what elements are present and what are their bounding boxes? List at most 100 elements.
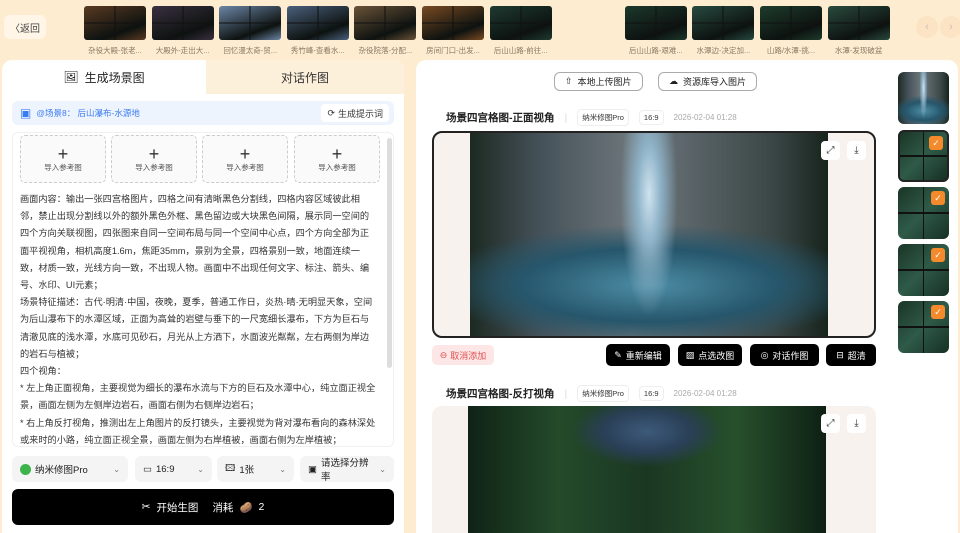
result-image-frame[interactable]: ⤢ ⤓ xyxy=(432,131,876,338)
scene-label: 后山山路-前往... xyxy=(493,46,548,55)
ratio-select[interactable]: ▭ 16:9 ⌄ xyxy=(135,456,212,482)
scene-label: 房间门口-出发... xyxy=(426,46,480,55)
ratio-tag: 16:9 xyxy=(638,110,664,125)
dialog-draw-button[interactable]: ◎ 对话作图 xyxy=(750,344,819,366)
cancel-add-button[interactable]: ⊖ 取消添加 xyxy=(432,345,494,365)
model-select[interactable]: 纳米修图Pro ⌄ xyxy=(12,456,128,482)
label: 导入参考图 xyxy=(318,162,356,172)
scene-image xyxy=(354,6,417,40)
value: 1张 xyxy=(239,465,255,476)
edit-icon: ✎ xyxy=(614,349,622,360)
label: 生成提示词 xyxy=(337,108,383,119)
label: 导入参考图 xyxy=(135,162,173,172)
count-select[interactable]: 🖾 1张 ⌄ xyxy=(217,456,294,482)
scene-thumbnail[interactable]: 水潭边-决定加... xyxy=(692,6,755,56)
label: 点选改图 xyxy=(698,350,735,361)
upload-local-button[interactable]: ⇧ 本地上传图片 xyxy=(554,72,643,91)
prompt-textarea[interactable]: 画面内容：输出一张四宫格图片，四格之间有清晰黑色分割线，四格内容区域彼此相邻，禁… xyxy=(20,191,378,445)
scene-thumbnail[interactable]: 秀竹峰-查看水... xyxy=(286,6,349,56)
result-image-frame[interactable]: ⤢ ⤓ xyxy=(432,406,876,533)
generate-prompt-button[interactable]: ⟳ 生成提示词 xyxy=(321,104,389,122)
scene-thumbnail[interactable]: 杂役大殿-张老... xyxy=(84,6,146,56)
label: 导入参考图 xyxy=(44,162,82,172)
waterfall-image xyxy=(470,133,828,336)
scene-image xyxy=(489,6,552,40)
model-logo-icon xyxy=(20,463,31,475)
forest-image xyxy=(468,406,826,533)
scene-thumbnail[interactable]: 后山山路-艰难... xyxy=(624,6,687,56)
import-library-button[interactable]: ☁ 资源库导入图片 xyxy=(658,72,758,91)
scene-image xyxy=(760,6,822,40)
scene-thumbnail[interactable]: 回忆漫太奇-贸... xyxy=(219,6,282,56)
download-icon[interactable]: ⤓ xyxy=(847,414,866,433)
tab-generate-scene[interactable]: 🖼 生成场景图 xyxy=(2,60,206,94)
minus-circle-icon: ⊖ xyxy=(439,349,448,360)
label: 资源库导入图片 xyxy=(683,77,747,87)
scene-thumbnail[interactable]: 大殿外-走出大... xyxy=(151,6,214,56)
scene-thumbnail[interactable]: 房间门口-出发... xyxy=(422,6,484,56)
label: 重新编辑 xyxy=(625,350,662,361)
point-edit-button[interactable]: ▨ 点选改图 xyxy=(678,344,742,366)
scene-image xyxy=(286,6,349,40)
re-edit-button[interactable]: ✎ 重新编辑 xyxy=(606,344,670,366)
resolution-icon: ▣ xyxy=(308,463,317,475)
upload-icon: ⇧ xyxy=(565,76,573,86)
side-thumbnail[interactable]: ✓ xyxy=(898,130,949,182)
check-icon: ✓ xyxy=(931,191,945,205)
strip-prev-button[interactable]: ‹ xyxy=(916,16,938,38)
side-thumbnail[interactable] xyxy=(898,72,949,124)
expand-icon[interactable]: ⤢ xyxy=(821,141,840,160)
scene-image xyxy=(827,6,890,40)
side-thumbnail[interactable]: ✓ xyxy=(898,301,949,353)
cost-value: 2 xyxy=(258,501,265,513)
import-reference-slot[interactable]: + 导入参考图 xyxy=(202,135,288,183)
scene-thumbnail[interactable]: 后山山路-前往... xyxy=(489,6,552,56)
prompt-scrollbar[interactable] xyxy=(387,138,392,368)
resolution-select[interactable]: ▣ 请选择分辨率 ⌄ xyxy=(300,456,394,483)
upscale-button[interactable]: ⊟ 超清 xyxy=(826,344,876,366)
scene-label: 杂役大殿-张老... xyxy=(88,46,142,55)
expand-icon[interactable]: ⤢ xyxy=(821,414,840,433)
download-icon[interactable]: ⤓ xyxy=(847,141,866,160)
scene-doc-icon: ▣ xyxy=(20,106,32,120)
cloud-folder-icon: ☁ xyxy=(669,76,678,86)
result-title: 场景四宫格图-正面视角 xyxy=(446,112,555,124)
refresh-icon: ⟳ xyxy=(327,107,335,118)
scene-label: 后山山路-艰难... xyxy=(628,46,683,55)
scene-thumbnail[interactable]: 山路/水潭-挑... xyxy=(760,6,822,56)
strip-next-button[interactable]: › xyxy=(940,16,960,38)
side-thumbnail[interactable]: ✓ xyxy=(898,187,949,239)
scene-image xyxy=(692,6,755,40)
scene-image xyxy=(84,6,146,40)
chat-icon: ◎ xyxy=(760,349,769,360)
ratio-icon: ▭ xyxy=(143,463,152,475)
import-reference-slot[interactable]: + 导入参考图 xyxy=(294,135,380,183)
timestamp: 2026-02-04 01:28 xyxy=(673,113,737,122)
scene-thumbnail[interactable]: 水潭-发现破盆 xyxy=(827,6,890,56)
scene-thumbnail[interactable]: 杂役院落-分配... xyxy=(354,6,417,56)
chevron-down-icon: ⌄ xyxy=(379,464,386,474)
tab-label: 生成场景图 xyxy=(84,70,145,85)
scene-image xyxy=(151,6,214,40)
chevron-down-icon: ⌄ xyxy=(113,464,120,474)
tab-dialog-draw[interactable]: 对话作图 xyxy=(206,60,404,94)
cost-label: 消耗 xyxy=(212,501,234,514)
chevron-down-icon: ⌄ xyxy=(197,464,204,474)
label: 超清 xyxy=(847,350,866,361)
scene-label: 杂役院落-分配... xyxy=(358,46,413,55)
value: 16:9 xyxy=(155,463,175,475)
import-reference-slot[interactable]: + 导入参考图 xyxy=(20,135,106,183)
side-thumbnail[interactable]: ✓ xyxy=(898,244,949,296)
check-icon: ✓ xyxy=(931,248,945,262)
result-title: 场景四宫格图-反打视角 xyxy=(446,388,555,400)
back-button[interactable]: 〈返回 xyxy=(4,15,46,39)
start-generate-button[interactable]: ✂ 开始生图 消耗 🥔 2 xyxy=(12,489,394,525)
scene-label: 回忆漫太奇-贸... xyxy=(223,46,278,55)
scene-label: 大殿外-走出大... xyxy=(155,46,210,55)
label: 开始生图 xyxy=(156,501,199,514)
import-reference-slot[interactable]: + 导入参考图 xyxy=(111,135,197,183)
timestamp: 2026-02-04 01:28 xyxy=(673,389,737,398)
label: 本地上传图片 xyxy=(577,77,632,87)
plus-icon: + xyxy=(57,143,69,164)
scene-label: 水潭-发现破盆 xyxy=(834,46,883,55)
